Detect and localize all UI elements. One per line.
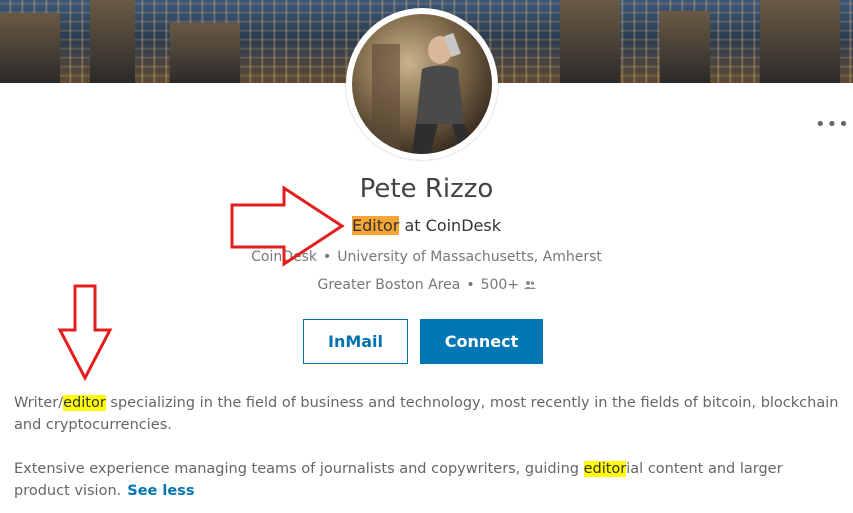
down-arrow-annotation bbox=[57, 284, 113, 382]
annotation-overlay bbox=[57, 185, 345, 382]
right-arrow-annotation bbox=[230, 185, 345, 267]
